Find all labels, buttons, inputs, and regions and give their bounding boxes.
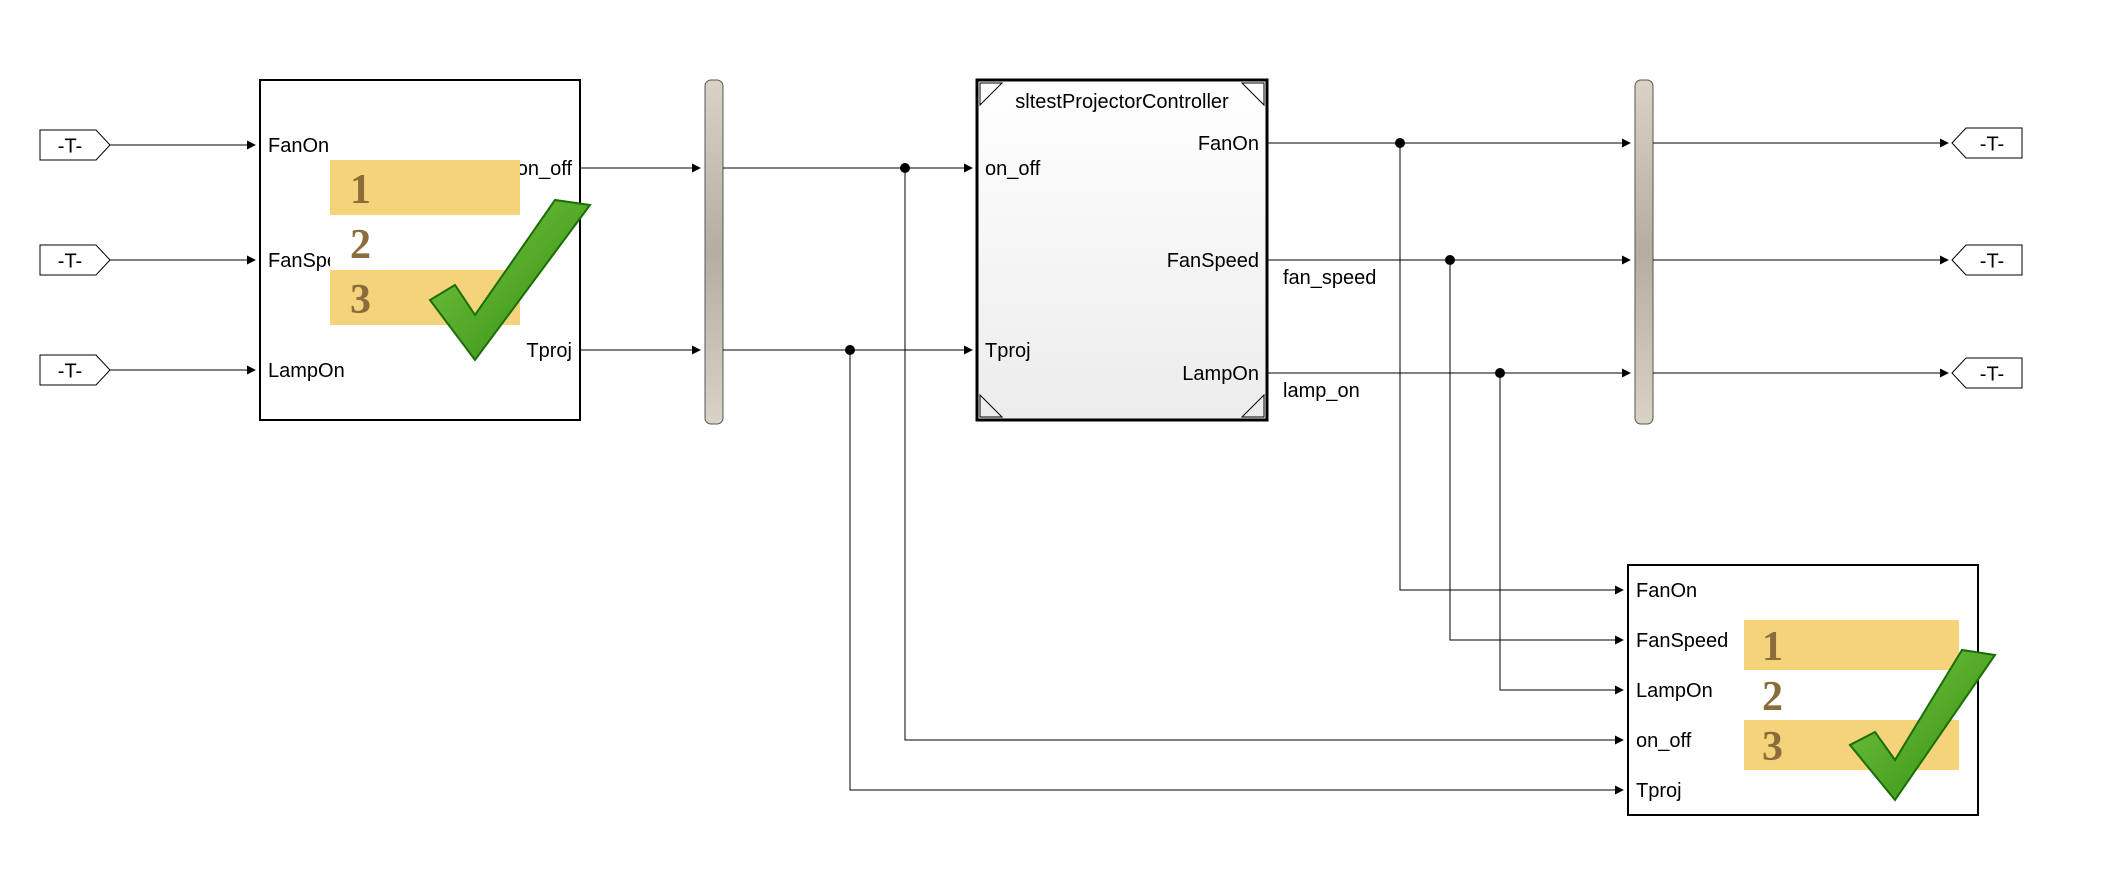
row-number: 3 — [350, 277, 371, 323]
port-label: FanSpeed — [1167, 250, 1259, 272]
output-tag-1[interactable]: -T- — [1952, 128, 2022, 158]
row-number: 3 — [1762, 724, 1783, 770]
tag-text: -T- — [58, 250, 82, 272]
port-label: on_off — [1636, 730, 1692, 752]
row-number: 1 — [1762, 624, 1783, 670]
port-label: LampOn — [1182, 363, 1259, 385]
tag-text: -T- — [1980, 250, 2004, 272]
row-number: 2 — [350, 222, 371, 268]
port-label: Tproj — [526, 340, 572, 362]
signal-label: fan_speed — [1283, 267, 1376, 289]
port-label: LampOn — [1636, 680, 1713, 702]
port-label: on_off — [985, 158, 1041, 180]
signal-bus-bar[interactable] — [705, 80, 723, 424]
row-number: 1 — [350, 167, 371, 213]
port-label: LampOn — [268, 360, 345, 382]
port-label: Tproj — [985, 340, 1031, 362]
port-label: on_off — [517, 158, 573, 180]
signal-label: lamp_on — [1283, 380, 1360, 402]
input-tag-3[interactable]: -T- — [40, 355, 110, 385]
tag-text: -T- — [1980, 363, 2004, 385]
output-tag-2[interactable]: -T- — [1952, 245, 2022, 275]
tag-text: -T- — [58, 135, 82, 157]
tag-text: -T- — [1980, 133, 2004, 155]
port-label: FanOn — [268, 135, 329, 157]
port-label: FanOn — [1198, 133, 1259, 155]
wire — [1500, 373, 1623, 690]
signal-bus-bar[interactable] — [1635, 80, 1653, 424]
port-label: FanOn — [1636, 580, 1697, 602]
controller-block[interactable]: sltestProjectorController on_off Tproj F… — [977, 80, 1267, 420]
input-tag-2[interactable]: -T- — [40, 245, 110, 275]
port-label: Tproj — [1636, 780, 1682, 802]
test-sequence-block-2[interactable]: FanOn FanSpeed LampOn on_off Tproj 1 2 3 — [1628, 565, 1995, 815]
block-title: sltestProjectorController — [1015, 91, 1229, 113]
wire — [1400, 143, 1623, 590]
tag-text: -T- — [58, 360, 82, 382]
input-tag-1[interactable]: -T- — [40, 130, 110, 160]
output-tag-3[interactable]: -T- — [1952, 358, 2022, 388]
row-number: 2 — [1762, 674, 1783, 720]
wire — [1450, 260, 1623, 640]
test-sequence-block-1[interactable]: FanOn FanSpeed LampOn on_off Tproj 1 2 3 — [260, 80, 590, 420]
port-label: FanSpeed — [1636, 630, 1728, 652]
